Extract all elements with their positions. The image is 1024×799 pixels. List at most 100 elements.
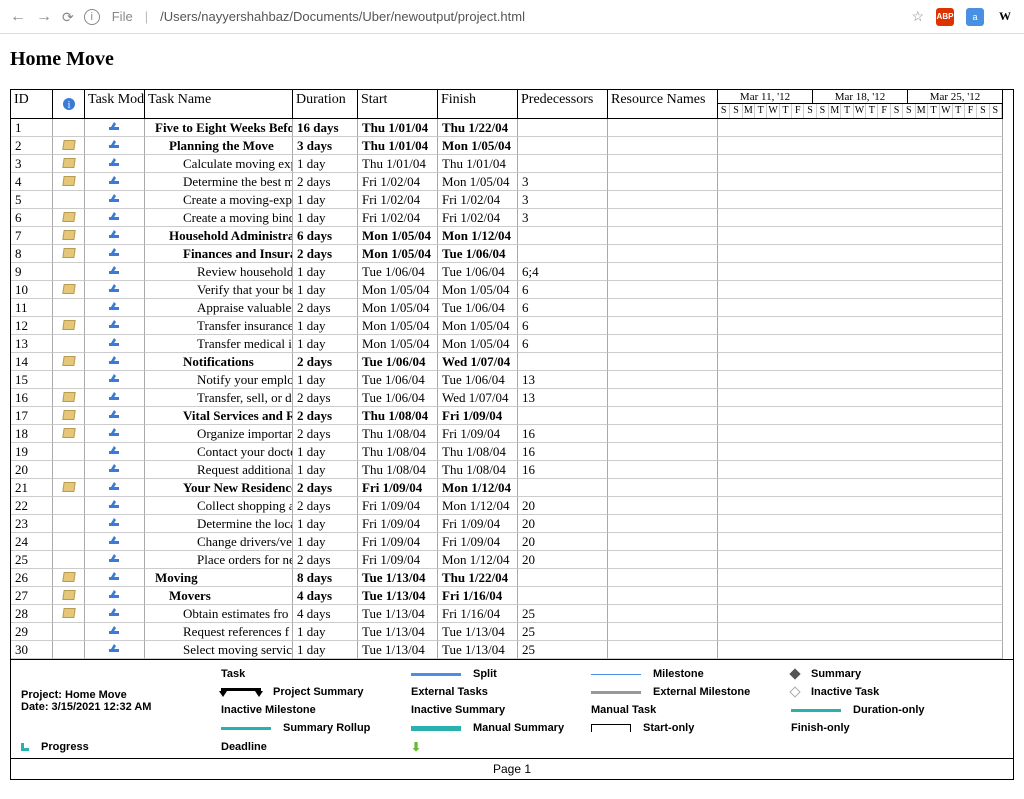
row-duration[interactable]: 1 day	[293, 281, 358, 299]
row-resource-names[interactable]	[608, 479, 718, 497]
row-predecessors[interactable]: 6	[518, 299, 608, 317]
row-duration[interactable]: 2 days	[293, 353, 358, 371]
row-mode[interactable]	[85, 263, 145, 281]
row-predecessors[interactable]: 6	[518, 335, 608, 353]
row-duration[interactable]: 2 days	[293, 425, 358, 443]
row-gantt[interactable]	[718, 623, 1003, 641]
row-finish[interactable]: Thu 1/08/04	[438, 443, 518, 461]
row-start[interactable]: Tue 1/13/04	[358, 605, 438, 623]
row-resource-names[interactable]	[608, 389, 718, 407]
row-start[interactable]: Thu 1/08/04	[358, 443, 438, 461]
row-task-name[interactable]: Transfer, sell, or dis	[145, 389, 293, 407]
row-info[interactable]	[53, 317, 85, 335]
row-resource-names[interactable]	[608, 407, 718, 425]
row-finish[interactable]: Mon 1/12/04	[438, 497, 518, 515]
row-finish[interactable]: Thu 1/22/04	[438, 569, 518, 587]
row-finish[interactable]: Tue 1/06/04	[438, 263, 518, 281]
row-predecessors[interactable]	[518, 245, 608, 263]
row-start[interactable]: Fri 1/09/04	[358, 551, 438, 569]
row-id[interactable]: 26	[11, 569, 53, 587]
translate-extension-icon[interactable]: a	[966, 8, 984, 26]
row-duration[interactable]: 1 day	[293, 317, 358, 335]
row-task-name[interactable]: Request references f	[145, 623, 293, 641]
row-gantt[interactable]	[718, 461, 1003, 479]
w-extension-icon[interactable]: W	[996, 8, 1014, 26]
col-task-name[interactable]: Task Name	[145, 90, 293, 119]
row-start[interactable]: Thu 1/01/04	[358, 155, 438, 173]
row-duration[interactable]: 2 days	[293, 551, 358, 569]
row-mode[interactable]	[85, 443, 145, 461]
row-finish[interactable]: Mon 1/05/04	[438, 173, 518, 191]
row-resource-names[interactable]	[608, 317, 718, 335]
row-info[interactable]	[53, 191, 85, 209]
row-start[interactable]: Tue 1/06/04	[358, 263, 438, 281]
row-predecessors[interactable]: 3	[518, 209, 608, 227]
row-id[interactable]: 23	[11, 515, 53, 533]
row-finish[interactable]: Fri 1/09/04	[438, 407, 518, 425]
row-id[interactable]: 1	[11, 119, 53, 137]
row-start[interactable]: Mon 1/05/04	[358, 335, 438, 353]
col-finish[interactable]: Finish	[438, 90, 518, 119]
row-predecessors[interactable]	[518, 479, 608, 497]
row-start[interactable]: Tue 1/06/04	[358, 389, 438, 407]
row-task-name[interactable]: Select moving servic	[145, 641, 293, 659]
row-duration[interactable]: 1 day	[293, 461, 358, 479]
row-gantt[interactable]	[718, 587, 1003, 605]
row-predecessors[interactable]: 6	[518, 281, 608, 299]
row-start[interactable]: Tue 1/06/04	[358, 353, 438, 371]
row-predecessors[interactable]	[518, 137, 608, 155]
row-gantt[interactable]	[718, 281, 1003, 299]
row-resource-names[interactable]	[608, 371, 718, 389]
row-start[interactable]: Thu 1/08/04	[358, 407, 438, 425]
row-predecessors[interactable]	[518, 119, 608, 137]
row-gantt[interactable]	[718, 119, 1003, 137]
row-predecessors[interactable]: 25	[518, 623, 608, 641]
row-gantt[interactable]	[718, 317, 1003, 335]
row-task-name[interactable]: Transfer insurance p	[145, 317, 293, 335]
row-task-name[interactable]: Create a moving bind	[145, 209, 293, 227]
row-resource-names[interactable]	[608, 623, 718, 641]
row-duration[interactable]: 4 days	[293, 587, 358, 605]
row-id[interactable]: 14	[11, 353, 53, 371]
row-start[interactable]: Fri 1/02/04	[358, 209, 438, 227]
row-info[interactable]	[53, 335, 85, 353]
row-start[interactable]: Tue 1/13/04	[358, 569, 438, 587]
row-predecessors[interactable]: 25	[518, 605, 608, 623]
row-task-name[interactable]: Obtain estimates fro	[145, 605, 293, 623]
row-duration[interactable]: 2 days	[293, 245, 358, 263]
row-task-name[interactable]: Moving	[145, 569, 293, 587]
row-finish[interactable]: Mon 1/05/04	[438, 137, 518, 155]
row-mode[interactable]	[85, 245, 145, 263]
row-duration[interactable]: 2 days	[293, 299, 358, 317]
row-predecessors[interactable]	[518, 407, 608, 425]
row-start[interactable]: Thu 1/01/04	[358, 137, 438, 155]
row-id[interactable]: 17	[11, 407, 53, 425]
row-predecessors[interactable]: 16	[518, 443, 608, 461]
row-duration[interactable]: 4 days	[293, 605, 358, 623]
row-task-name[interactable]: Create a moving-expe	[145, 191, 293, 209]
row-predecessors[interactable]: 25	[518, 641, 608, 659]
row-gantt[interactable]	[718, 479, 1003, 497]
row-mode[interactable]	[85, 191, 145, 209]
row-info[interactable]	[53, 605, 85, 623]
row-id[interactable]: 5	[11, 191, 53, 209]
col-start[interactable]: Start	[358, 90, 438, 119]
row-duration[interactable]: 8 days	[293, 569, 358, 587]
row-finish[interactable]: Tue 1/13/04	[438, 623, 518, 641]
row-predecessors[interactable]	[518, 569, 608, 587]
row-info[interactable]	[53, 263, 85, 281]
row-task-name[interactable]: Request additional r	[145, 461, 293, 479]
row-info[interactable]	[53, 227, 85, 245]
row-finish[interactable]: Mon 1/05/04	[438, 335, 518, 353]
row-start[interactable]: Tue 1/06/04	[358, 371, 438, 389]
row-id[interactable]: 13	[11, 335, 53, 353]
row-mode[interactable]	[85, 497, 145, 515]
row-start[interactable]: Tue 1/13/04	[358, 587, 438, 605]
row-id[interactable]: 19	[11, 443, 53, 461]
row-finish[interactable]: Fri 1/09/04	[438, 425, 518, 443]
row-gantt[interactable]	[718, 209, 1003, 227]
row-duration[interactable]: 1 day	[293, 371, 358, 389]
row-mode[interactable]	[85, 209, 145, 227]
row-duration[interactable]: 2 days	[293, 173, 358, 191]
forward-button[interactable]: →	[36, 9, 52, 25]
